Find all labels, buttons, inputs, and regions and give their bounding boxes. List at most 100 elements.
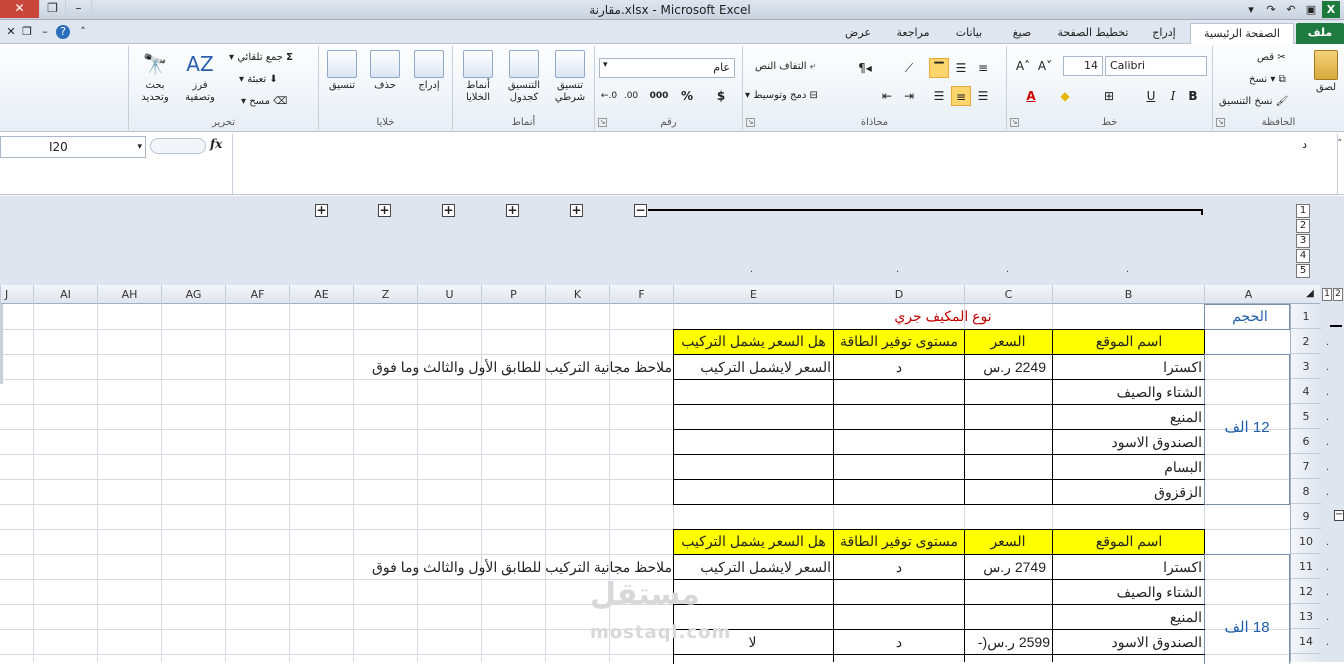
table2-row1-note[interactable]: ملاحظ مجانية التركيب للطابق الأول والثال… — [360, 555, 672, 579]
currency-button[interactable]: $ — [711, 86, 731, 106]
delete-cells-button[interactable]: حذف — [365, 50, 405, 92]
row-header[interactable]: 12 — [1291, 579, 1321, 604]
table1-row1-note[interactable]: ملاحظ مجانية التركيب للطابق الأول والثال… — [360, 355, 672, 379]
orientation-icon[interactable]: ⟋ — [899, 58, 919, 78]
tab-review[interactable]: مراجعة — [886, 23, 940, 44]
collapse-group-icon[interactable]: − — [634, 204, 647, 217]
column-header[interactable]: E — [673, 285, 833, 304]
column-header[interactable]: Z — [353, 285, 417, 304]
undo-icon[interactable]: ↶ — [1282, 1, 1300, 18]
cut-button[interactable]: قص ✂ — [1257, 52, 1286, 63]
column-header[interactable]: C — [964, 285, 1052, 304]
align-center-icon[interactable]: ≡ — [951, 86, 971, 106]
name-box[interactable]: I20 ▾ — [0, 136, 146, 158]
restore-window-button[interactable]: ❐ — [40, 0, 66, 18]
format-as-table-button[interactable]: التنسيق كجدول — [501, 50, 547, 104]
table1-row5-site[interactable]: البسام — [1056, 455, 1202, 479]
number-format-select[interactable]: عام — [599, 58, 735, 78]
row-header[interactable]: 6 — [1291, 429, 1321, 454]
paste-button[interactable]: لصق — [1309, 50, 1343, 94]
bold-button[interactable]: B — [1183, 86, 1203, 106]
row-header[interactable]: 8 — [1291, 479, 1321, 504]
expand-group-icon[interactable]: + — [506, 204, 519, 217]
tab-home[interactable]: الصفحة الرئيسية — [1190, 23, 1294, 44]
table1-row1-energy[interactable]: د — [836, 355, 962, 379]
tab-formulas[interactable]: صيغ — [1000, 23, 1044, 44]
row-header[interactable]: 7 — [1291, 454, 1321, 479]
expand-group-icon[interactable]: + — [378, 204, 391, 217]
outline-level-3[interactable]: 3 — [1296, 234, 1310, 248]
row-header[interactable]: 14 — [1291, 629, 1321, 654]
row-header[interactable]: 4 — [1291, 379, 1321, 404]
font-color-icon[interactable]: A — [1021, 86, 1041, 106]
name-box-dropdown-icon[interactable]: ▾ — [137, 137, 142, 157]
row-level-2[interactable]: 2 — [1333, 288, 1343, 301]
table1-row1-price[interactable]: 2249 ر.س — [966, 355, 1046, 379]
outline-level-4[interactable]: 4 — [1296, 249, 1310, 263]
collapse-row-group-icon[interactable]: − — [1334, 510, 1344, 521]
qat-customize-icon[interactable]: ▾ — [1242, 1, 1260, 18]
tab-page-layout[interactable]: تخطيط الصفحة — [1050, 23, 1136, 44]
row-header[interactable]: 5 — [1291, 404, 1321, 429]
conditional-formatting-button[interactable]: تنسيق شرطي — [547, 50, 593, 104]
close-window-button[interactable]: ✕ — [0, 0, 40, 18]
format-cells-button[interactable]: تنسيق — [321, 50, 363, 92]
copy-button[interactable]: نسخ ▾ ⧉ — [1249, 74, 1286, 85]
autosum-button[interactable]: ▾ جمع تلقائي Σ — [229, 52, 293, 63]
table2-header-site[interactable]: اسم الموقع — [1058, 529, 1200, 553]
borders-icon[interactable]: ⊞ — [1099, 86, 1119, 106]
column-header[interactable]: AH — [97, 285, 161, 304]
table1-row1-install[interactable]: السعر لايشمل التركيب — [674, 355, 831, 379]
table1-size[interactable]: 12 الف — [1210, 416, 1284, 440]
sheet-minimize-icon[interactable]: – — [38, 25, 52, 39]
fill-color-icon[interactable]: ◆ — [1055, 86, 1075, 106]
table2-row4-site[interactable]: الصندوق الاسود — [1056, 630, 1202, 654]
increase-indent-icon[interactable]: ⇥ — [899, 86, 919, 106]
italic-button[interactable]: I — [1163, 86, 1183, 106]
unit-title[interactable]: نوع المكيف جري — [834, 304, 1052, 328]
column-header[interactable]: F — [609, 285, 673, 304]
column-header[interactable]: J — [0, 285, 33, 304]
table2-row3-site[interactable]: المنيع — [1056, 605, 1202, 629]
number-launcher-icon[interactable]: ↘ — [598, 118, 607, 127]
formula-bar-expand-icon[interactable]: ˄ — [1338, 139, 1343, 149]
font-size-select[interactable]: 14 — [1063, 56, 1103, 76]
help-icon[interactable]: ? — [56, 25, 70, 39]
formula-bar-splitter[interactable] — [150, 138, 206, 154]
align-bottom-icon[interactable]: ≡ — [973, 58, 993, 78]
table2-row1-energy[interactable]: د — [836, 555, 962, 579]
decrease-indent-icon[interactable]: ⇤ — [877, 86, 897, 106]
row-header[interactable]: 11 — [1291, 554, 1321, 579]
column-header[interactable]: A — [1204, 285, 1292, 304]
increase-decimal-icon[interactable]: .00 — [621, 86, 641, 106]
ribbon-collapse-icon[interactable]: ˄ — [76, 25, 90, 39]
table1-row3-site[interactable]: المنيع — [1056, 405, 1202, 429]
column-header[interactable]: AE — [289, 285, 353, 304]
tab-data[interactable]: بيانات — [942, 23, 996, 44]
outline-level-5[interactable]: 5 — [1296, 264, 1310, 278]
font-grow-icon[interactable]: A˄ — [1013, 56, 1033, 76]
column-header[interactable]: U — [417, 285, 481, 304]
row-header[interactable]: 9 — [1291, 504, 1321, 529]
save-icon[interactable]: ▣ — [1302, 1, 1320, 18]
table1-row2-site[interactable]: الشتاء والصيف — [1056, 380, 1202, 404]
align-top-icon[interactable]: ▔ — [929, 58, 949, 78]
merge-center-button[interactable]: ▾ دمج وتوسيط ⊟ — [745, 90, 818, 101]
table1-header-install[interactable]: هل السعر يشمل التركيب — [674, 329, 833, 353]
percent-button[interactable]: % — [677, 86, 697, 106]
underline-button[interactable]: U — [1141, 86, 1161, 106]
table2-row2-site[interactable]: الشتاء والصيف — [1056, 580, 1202, 604]
table1-row1-site[interactable]: اكسترا — [1056, 355, 1202, 379]
expand-group-icon[interactable]: + — [442, 204, 455, 217]
clipboard-launcher-icon[interactable]: ↘ — [1216, 118, 1225, 127]
row-header[interactable]: 1 — [1291, 304, 1321, 329]
table1-header-site[interactable]: اسم الموقع — [1058, 329, 1200, 353]
font-name-select[interactable]: Calibri — [1105, 56, 1207, 76]
redo-icon[interactable]: ↷ — [1262, 1, 1280, 18]
row-level-1[interactable]: 1 — [1322, 288, 1332, 301]
font-shrink-icon[interactable]: A˅ — [1035, 56, 1055, 76]
formula-input[interactable]: د — [232, 134, 1338, 194]
column-header[interactable]: D — [833, 285, 964, 304]
insert-function-icon[interactable]: fx — [210, 137, 222, 151]
tab-file[interactable]: ملف — [1296, 23, 1344, 44]
